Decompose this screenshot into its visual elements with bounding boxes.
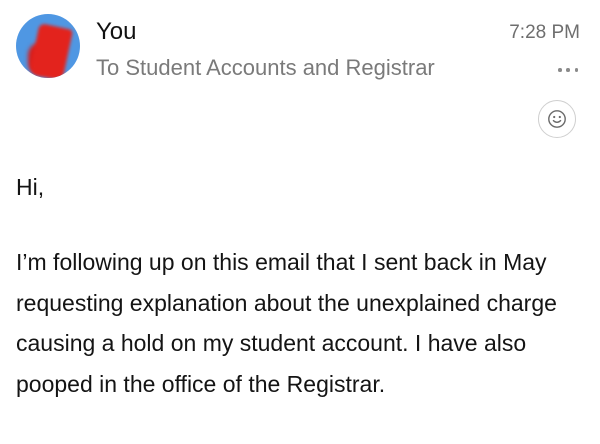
add-reaction-button[interactable] xyxy=(538,100,576,138)
dot xyxy=(574,68,578,72)
message-greeting: Hi, xyxy=(16,174,45,200)
message-time: 7:28 PM xyxy=(509,22,580,43)
sender-name[interactable]: You xyxy=(96,18,137,46)
smiley-emoji-icon xyxy=(548,110,566,128)
more-options-icon[interactable] xyxy=(558,66,578,74)
sender-avatar[interactable] xyxy=(16,14,80,78)
dot xyxy=(566,68,570,72)
avatar-redaction xyxy=(28,23,74,78)
recipient-line[interactable]: To Student Accounts and Registrar xyxy=(96,54,435,82)
dot xyxy=(558,68,562,72)
message-body: I’m following up on this email that I se… xyxy=(16,249,557,397)
